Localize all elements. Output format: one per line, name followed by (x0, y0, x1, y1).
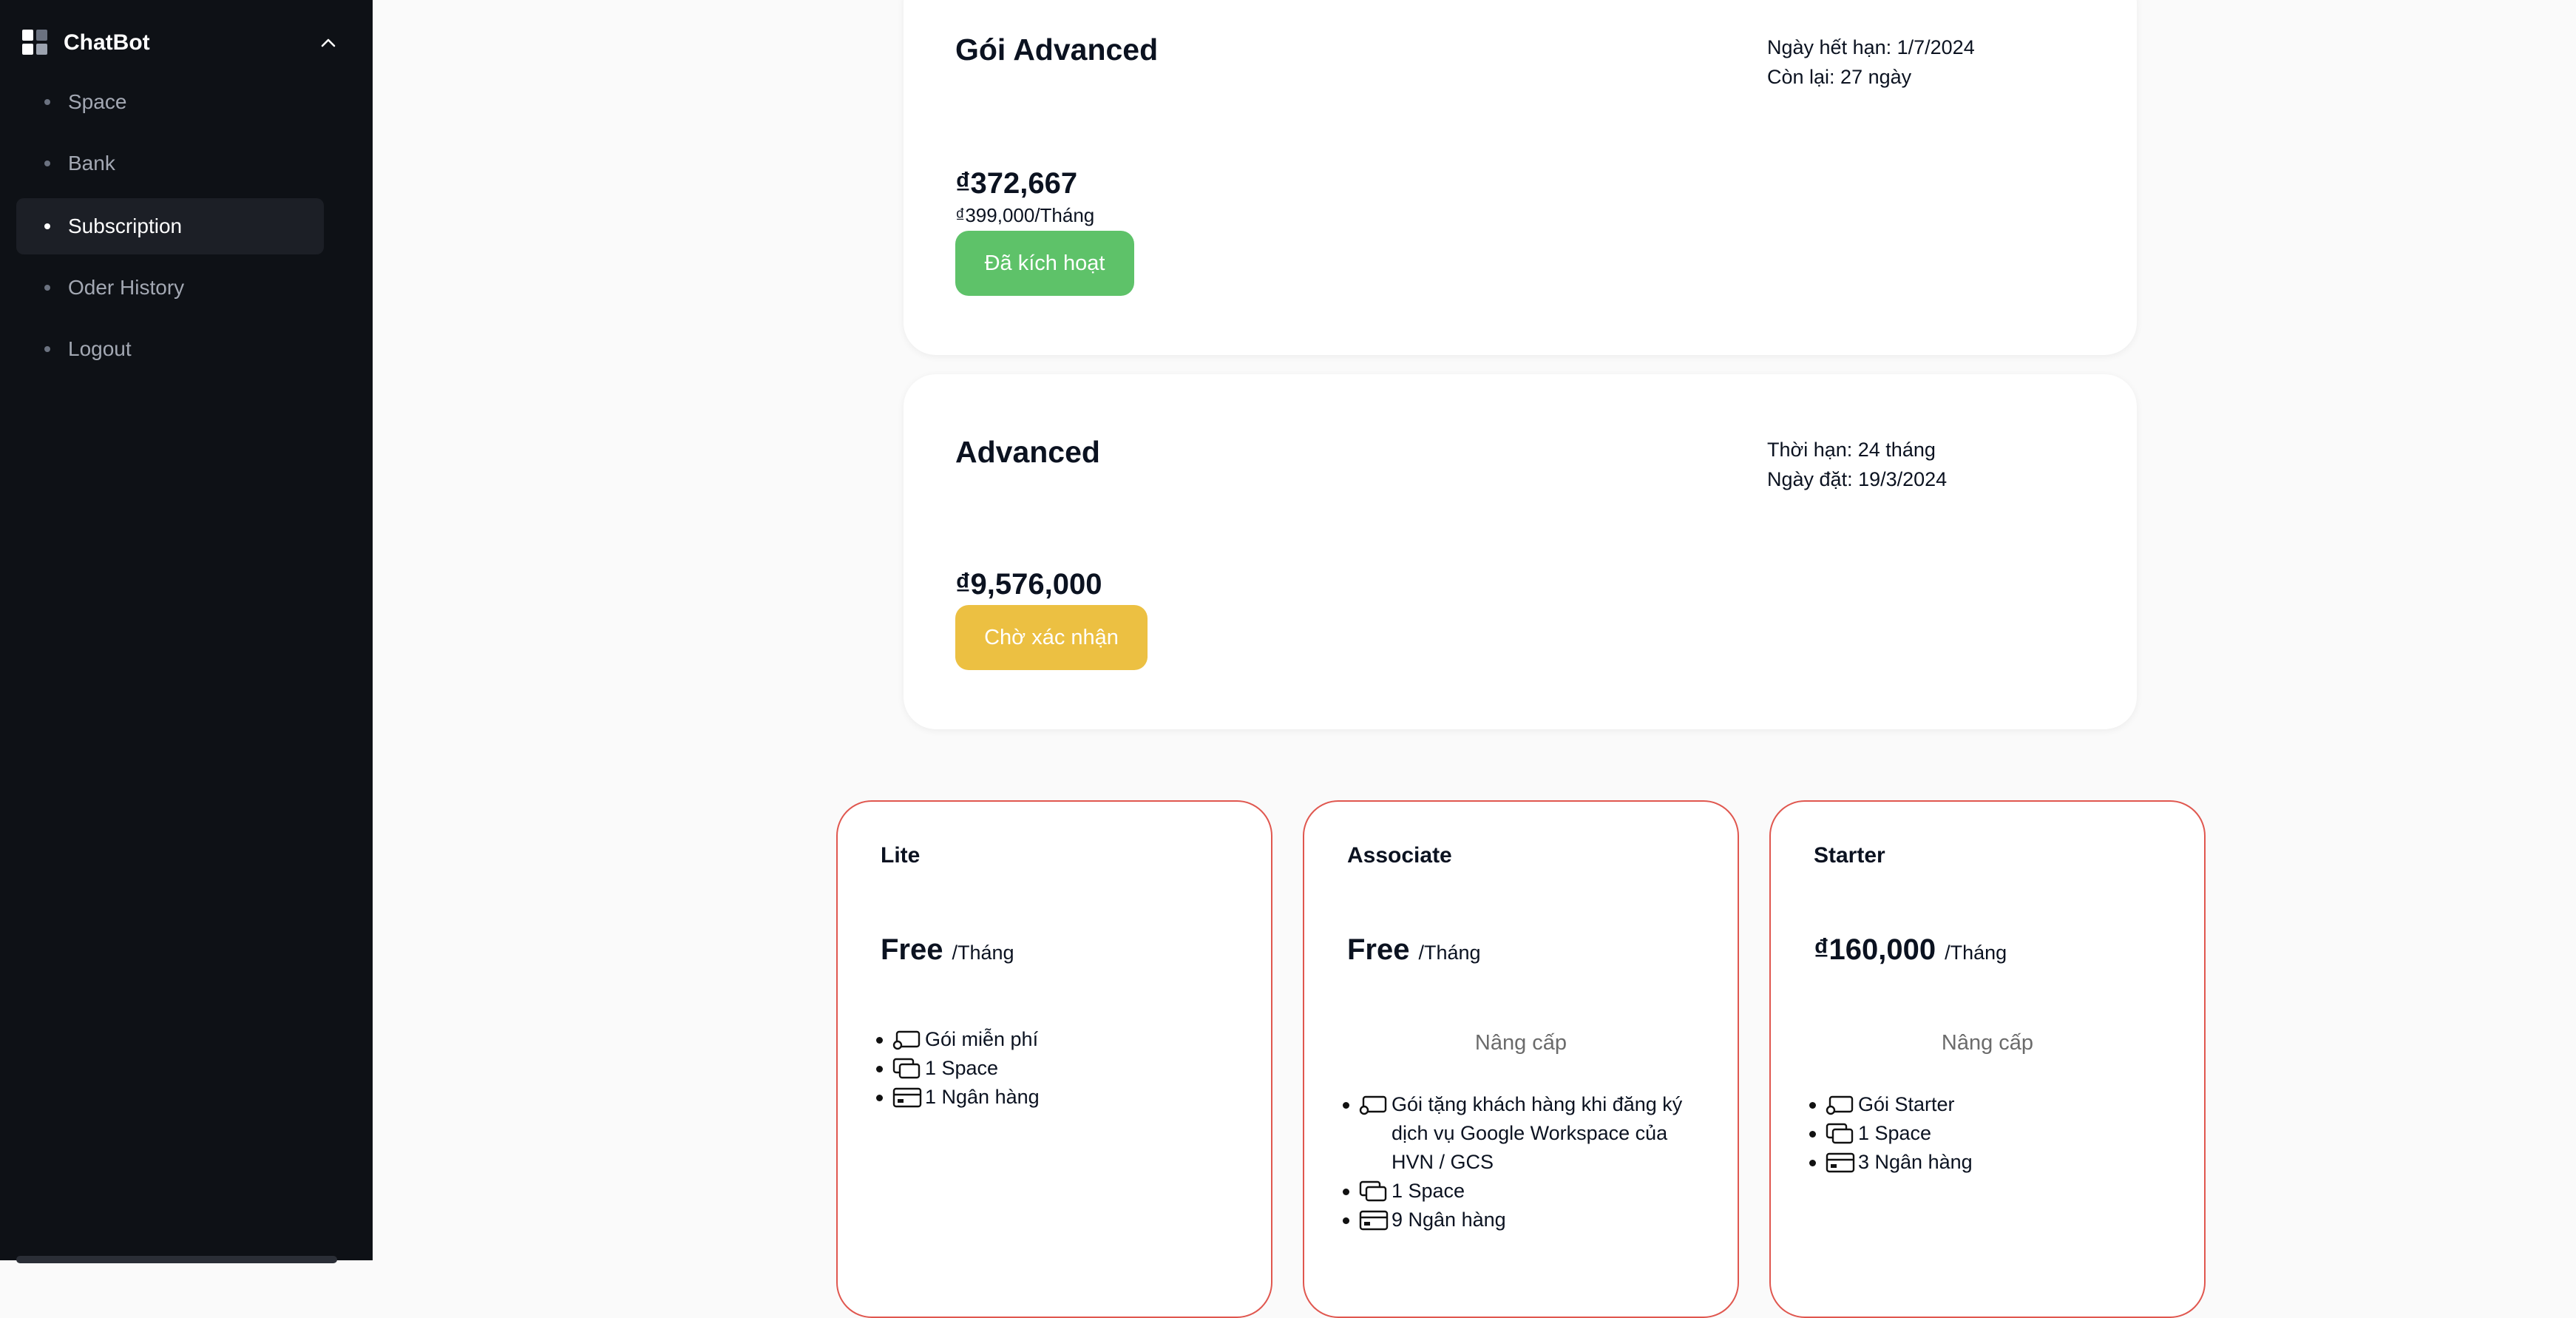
feature-text: 1 Space (1392, 1180, 1465, 1202)
plan-features: Gói miễn phí 1 Space 1 Ngân hàng (876, 1025, 1040, 1112)
bullet-icon (44, 223, 50, 229)
brand-header[interactable]: ChatBot (22, 27, 339, 59)
plan-name: Lite (881, 843, 921, 868)
subscription-icon (892, 1030, 921, 1050)
feature-item: 9 Ngân hàng (1343, 1206, 1706, 1234)
plan-price-period: /Tháng (1945, 942, 2007, 964)
plan-price: Free /Tháng (881, 933, 1014, 967)
current-plan-price: ₫372,667 (955, 167, 1078, 200)
feature-text: 3 Ngân hàng (1858, 1151, 1973, 1173)
feature-text: Gói miễn phí (925, 1028, 1039, 1050)
subscription-icon (1826, 1095, 1854, 1115)
app-logo-icon (22, 30, 50, 56)
sidebar-item-label: Logout (68, 337, 132, 360)
feature-text: 1 Space (925, 1057, 999, 1079)
plan-name: Starter (1814, 843, 1885, 868)
feature-text: 1 Space (1858, 1122, 1932, 1144)
plan-features: Gói Starter 1 Space 3 Ngân hàng (1809, 1090, 1973, 1177)
bullet-icon (44, 346, 50, 352)
plan-features: Gói tặng khách hàng khi đăng ký dịch vụ … (1343, 1090, 1706, 1234)
chevron-up-icon[interactable] (318, 33, 339, 53)
pending-status-button[interactable]: Chờ xác nhận (955, 605, 1148, 670)
activated-status-button[interactable]: Đã kích hoạt (955, 231, 1134, 296)
feature-text: Gói Starter (1858, 1093, 1955, 1115)
sidebar-item-subscription[interactable]: Subscription (16, 198, 324, 254)
plan-price-amount: Free (1347, 933, 1410, 966)
current-plan-monthly: ₫399,000/Tháng (955, 204, 1095, 226)
current-plan-title: Gói Advanced (955, 33, 1159, 67)
sidebar-item-space[interactable]: Space (16, 74, 324, 130)
space-icon (1359, 1180, 1387, 1202)
space-icon (892, 1058, 921, 1079)
bullet-icon (44, 99, 50, 105)
upgrade-button[interactable]: Nâng cấp (1771, 1031, 2204, 1055)
plan-price-amount: ₫160,000 (1814, 933, 1936, 966)
sidebar-scrollbar[interactable] (16, 1256, 337, 1263)
feature-item: 3 Ngân hàng (1809, 1148, 1973, 1177)
sidebar-item-logout[interactable]: Logout (16, 321, 324, 377)
space-icon (1826, 1123, 1854, 1144)
remaining-days: Còn lại: 27 ngày (1767, 66, 1912, 88)
feature-item: 1 Space (1343, 1177, 1706, 1206)
upgrade-button[interactable]: Nâng cấp (1304, 1031, 1738, 1055)
plan-card-associate: Associate Free /Tháng Nâng cấp Gói tặng … (1303, 800, 1739, 1318)
brand-name: ChatBot (64, 30, 150, 55)
sidebar-item-order-history[interactable]: Oder History (16, 260, 324, 316)
plan-card-lite: Lite Free /Tháng Gói miễn phí 1 Space 1 … (836, 800, 1272, 1318)
bullet-icon (44, 285, 50, 291)
bank-card-icon (1826, 1152, 1855, 1173)
plan-price-period: /Tháng (952, 942, 1014, 964)
sidebar-item-label: Bank (68, 152, 115, 175)
bank-card-icon (1359, 1210, 1389, 1231)
sidebar-item-bank[interactable]: Bank (16, 135, 324, 192)
expiry-date: Ngày hết hạn: 1/7/2024 (1767, 36, 1975, 58)
sidebar-item-label: Space (68, 90, 127, 113)
order-plan-title: Advanced (955, 435, 1100, 469)
feature-item: Gói miễn phí (876, 1025, 1040, 1054)
pending-order-card: Advanced Thời hạn: 24 tháng Ngày đặt: 19… (904, 374, 2137, 729)
feature-text: Gói tặng khách hàng khi đăng ký dịch vụ … (1392, 1093, 1683, 1173)
feature-item: Gói tặng khách hàng khi đăng ký dịch vụ … (1343, 1090, 1706, 1177)
plan-price: ₫160,000 /Tháng (1814, 933, 2007, 967)
feature-item: 1 Ngân hàng (876, 1083, 1040, 1112)
bullet-icon (44, 160, 50, 166)
order-price: ₫9,576,000 (955, 568, 1102, 601)
bank-card-icon (892, 1087, 922, 1108)
order-duration: Thời hạn: 24 tháng (1767, 439, 1936, 461)
feature-text: 9 Ngân hàng (1392, 1209, 1506, 1231)
order-date: Ngày đặt: 19/3/2024 (1767, 468, 1948, 490)
feature-text: 1 Ngân hàng (925, 1086, 1040, 1108)
current-plan-meta: Ngày hết hạn: 1/7/2024 Còn lại: 27 ngày (1767, 33, 1975, 92)
current-subscription-card: Gói Advanced Ngày hết hạn: 1/7/2024 Còn … (904, 0, 2137, 355)
plan-price: Free /Tháng (1347, 933, 1481, 967)
sidebar: ChatBot Space Bank Subscription Oder His… (0, 0, 373, 1263)
subscription-icon (1359, 1095, 1387, 1115)
plan-card-starter: Starter ₫160,000 /Tháng Nâng cấp Gói Sta… (1769, 800, 2206, 1318)
plan-name: Associate (1347, 843, 1452, 868)
plan-price-period: /Tháng (1418, 942, 1481, 964)
sidebar-item-label: Subscription (68, 214, 183, 237)
order-meta: Thời hạn: 24 tháng Ngày đặt: 19/3/2024 (1767, 435, 1947, 494)
feature-item: Gói Starter (1809, 1090, 1973, 1119)
sidebar-item-label: Oder History (68, 276, 185, 299)
feature-item: 1 Space (1809, 1119, 1973, 1148)
plan-price-amount: Free (881, 933, 943, 966)
feature-item: 1 Space (876, 1054, 1040, 1083)
